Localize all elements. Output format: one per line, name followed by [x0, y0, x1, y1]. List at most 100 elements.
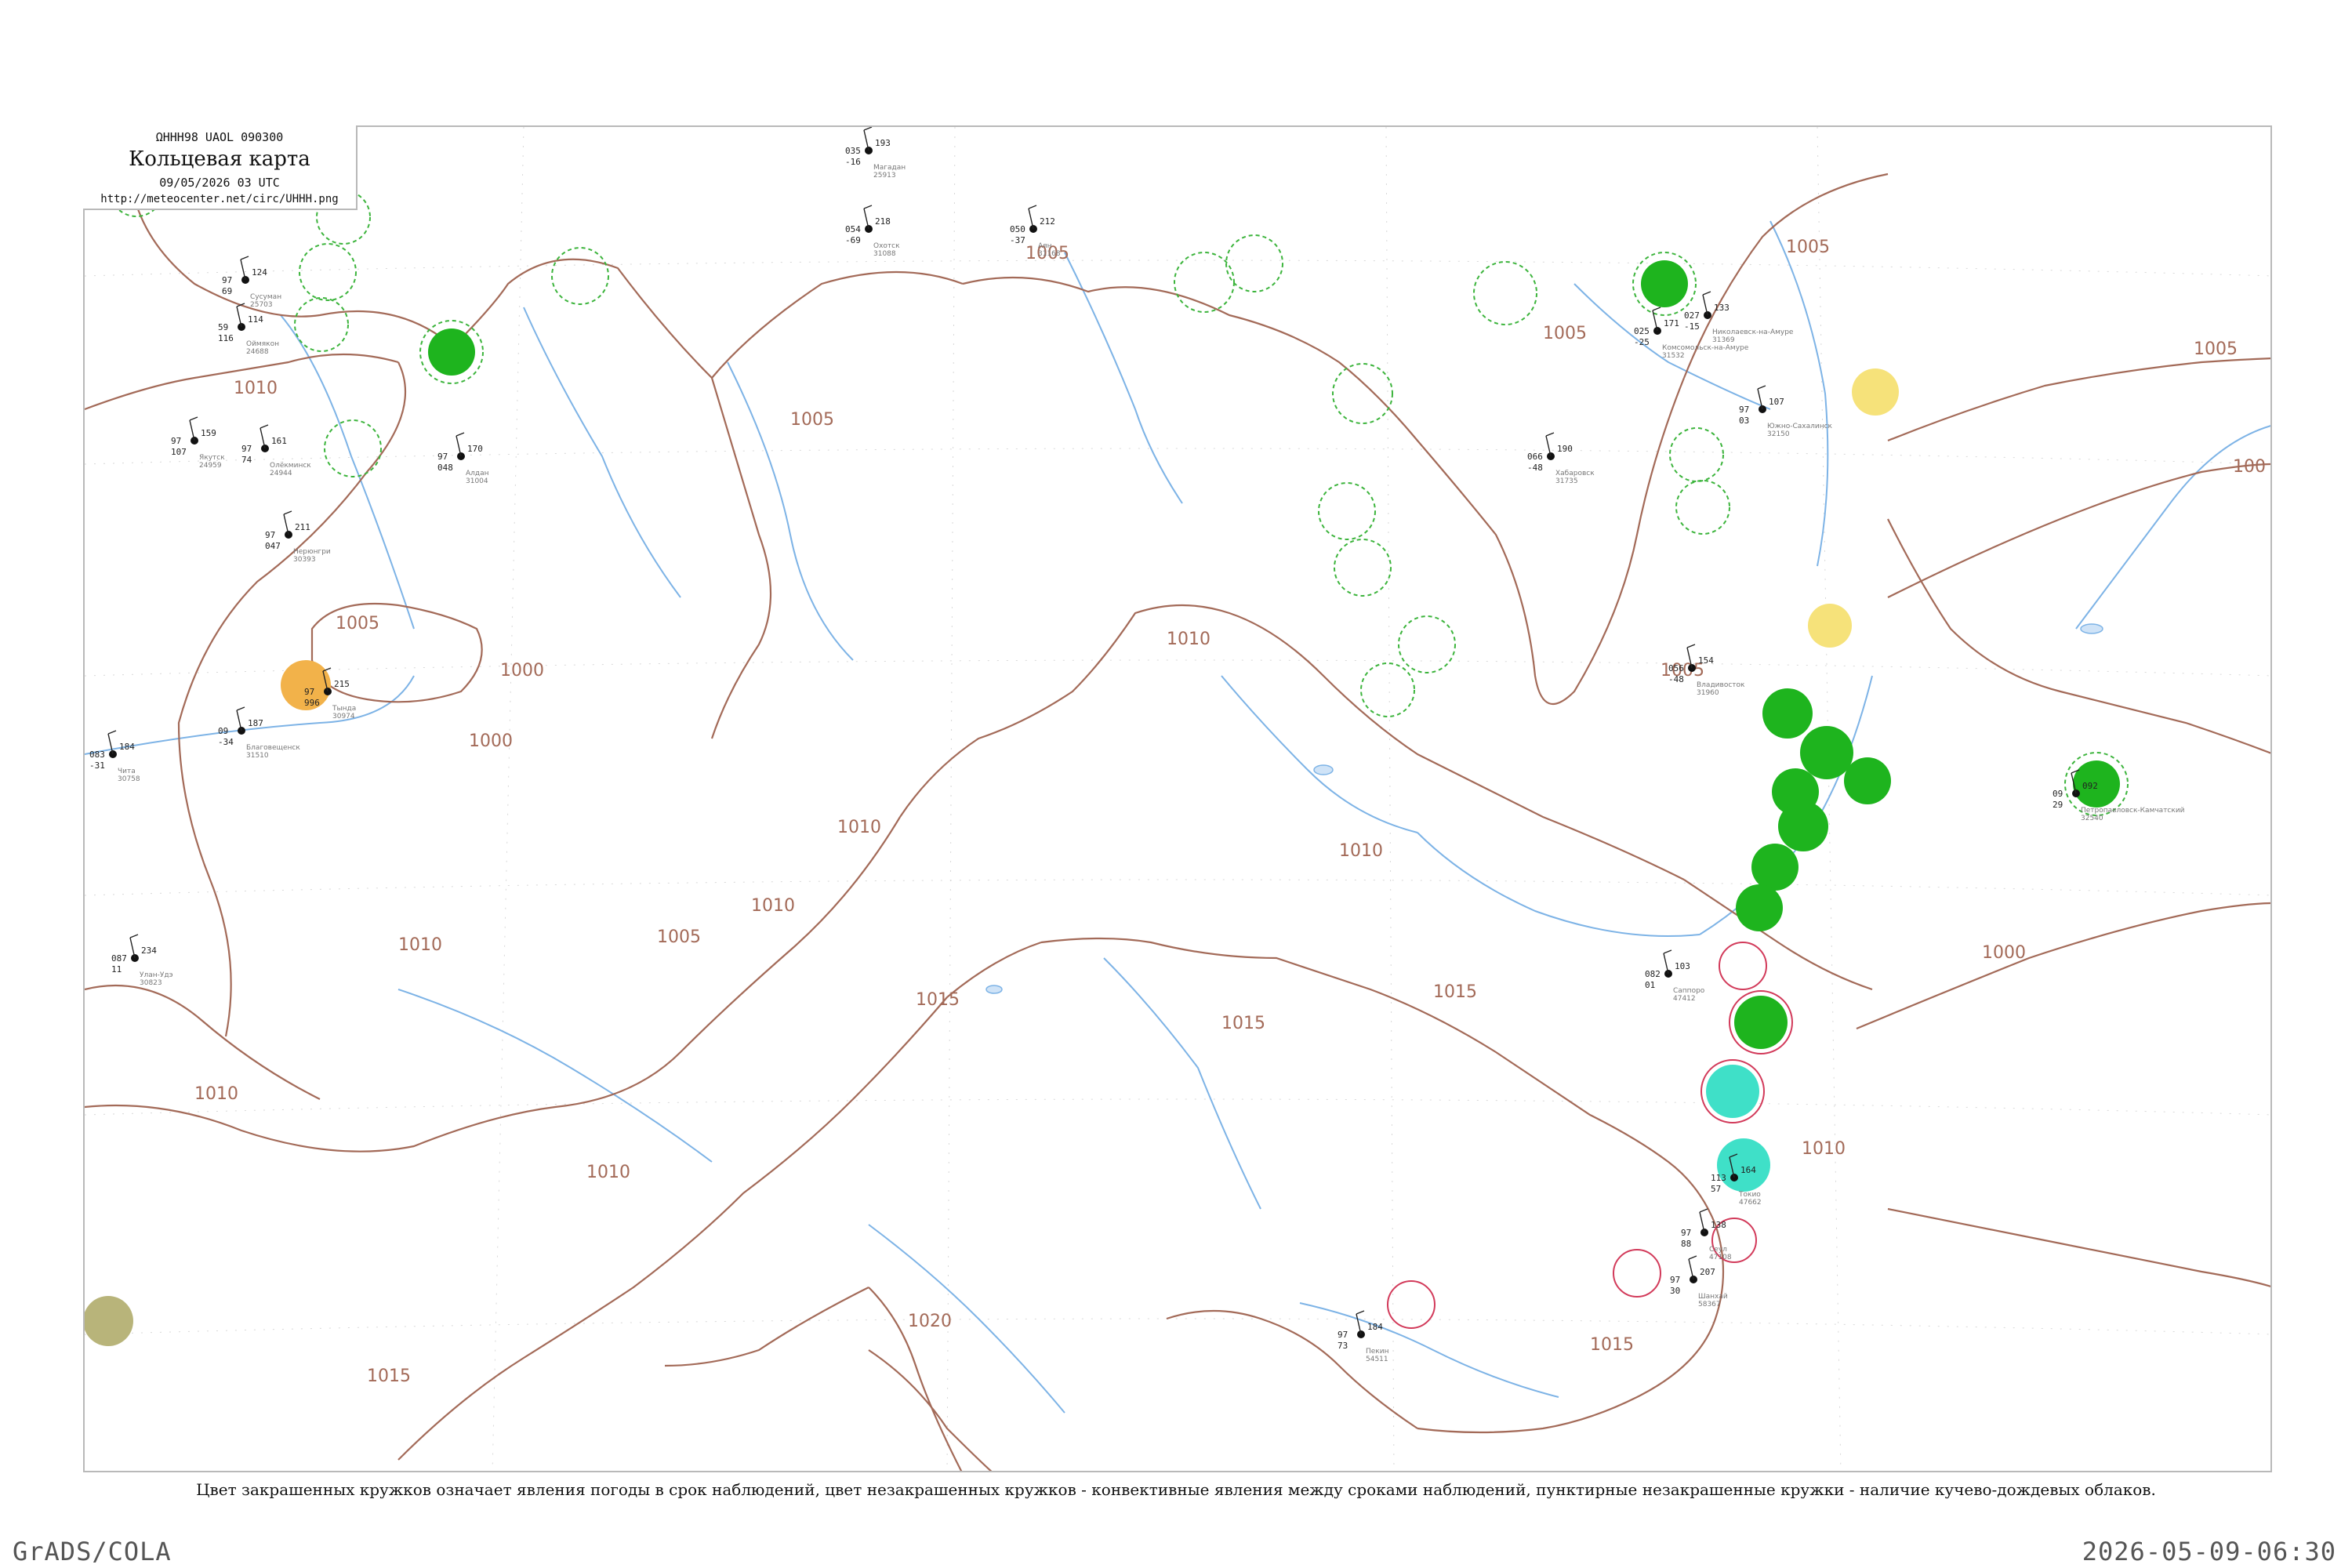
- wind-barb-feather: [1663, 949, 1672, 954]
- station-name: Шанхай: [1698, 1293, 1728, 1301]
- isobar-label: 1015: [916, 990, 960, 1010]
- station-plot[interactable]: 207 9730 Шанхай58367: [1670, 1255, 1728, 1308]
- station-name: Нерюнгри: [293, 548, 331, 556]
- station-plot[interactable]: 154 056-48 Владивосток31960: [1668, 644, 1745, 697]
- rain-circle: [1778, 801, 1828, 851]
- isobar-label: 1010: [1167, 630, 1210, 649]
- station-pressure: 164: [1740, 1165, 1756, 1175]
- cb-ring: [324, 419, 382, 477]
- station-plot[interactable]: 187 09-34 Благовещенск31510: [218, 706, 300, 760]
- station-dewpoint: 73: [1338, 1341, 1348, 1351]
- station-plot[interactable]: 114 59116 Оймякон24688: [218, 303, 279, 356]
- rain-circle: [1800, 726, 1853, 779]
- station-pressure: 107: [1769, 397, 1784, 407]
- cb-ring: [1334, 539, 1392, 597]
- station-temperature: 056: [1668, 663, 1684, 673]
- cb-ring: [1225, 234, 1283, 292]
- isobar-label: 1010: [1339, 841, 1383, 861]
- wind-barb-feather: [129, 934, 139, 938]
- station-dewpoint: -34: [218, 737, 234, 747]
- station-dewpoint: 047: [265, 541, 281, 551]
- station-temperature: 97: [1670, 1275, 1680, 1285]
- station-temperature: 035: [845, 146, 861, 156]
- station-temperature: 97: [1739, 405, 1749, 415]
- station-name: Петропавловск-Камчатский: [2081, 807, 2185, 815]
- station-pressure: 211: [295, 522, 310, 532]
- station-pressure: 124: [252, 267, 267, 278]
- station-dewpoint: 74: [241, 455, 252, 465]
- wind-barb-feather: [283, 510, 292, 515]
- station-temperature: 066: [1527, 452, 1543, 462]
- station-pressure: 114: [248, 314, 263, 325]
- station-dewpoint: 03: [1739, 416, 1749, 426]
- station-name: Аян: [1038, 242, 1052, 250]
- station-plot[interactable]: 193 035-16 Магадан25913: [845, 127, 906, 180]
- station-name: Владивосток: [1697, 681, 1745, 689]
- station-name: Улан-Удэ: [140, 971, 173, 979]
- station-plot[interactable]: 138 9788 Сеул47108: [1681, 1208, 1732, 1261]
- wind-barb-feather: [240, 256, 249, 260]
- station-plot[interactable]: 211 97047 Нерюнгри30393: [265, 510, 331, 564]
- rain-circle: [1641, 260, 1688, 307]
- rain-circle: [1751, 844, 1798, 891]
- isobar-label: 1005: [2194, 339, 2238, 359]
- legend-caption: Цвет закрашенных кружков означает явлени…: [196, 1480, 2156, 1499]
- wind-barb-feather: [260, 424, 269, 429]
- observation-time: 09/05/2026 03 UTC: [159, 176, 280, 190]
- station-plot[interactable]: 170 97048 Алдан31004: [437, 432, 489, 485]
- station-plot[interactable]: 218 054-69 Охотск31088: [845, 205, 900, 258]
- station-index: 25703: [250, 301, 273, 309]
- station-plot[interactable]: 103 08201 Саппоро47412: [1645, 949, 1705, 1003]
- station-index: 30758: [118, 775, 140, 783]
- station-temperature: 97: [1338, 1330, 1348, 1340]
- station-plot[interactable]: 184 083-31 Чита30758: [89, 730, 140, 783]
- map-header: ΩHHH98 UAOL 090300 Кольцевая карта 09/05…: [83, 125, 358, 210]
- station-plot[interactable]: 190 066-48 Хабаровск31735: [1527, 432, 1595, 485]
- station-temperature: 027: [1684, 310, 1700, 321]
- rain-circle: [1734, 996, 1788, 1049]
- bulletin-code: ΩHHH98 UAOL 090300: [155, 130, 284, 144]
- wind-barb-feather: [1545, 432, 1555, 437]
- station-temperature: 97: [241, 444, 252, 454]
- station-plot[interactable]: 107 9703 Южно-Сахалинск32150: [1739, 385, 1833, 438]
- station-index: 25913: [873, 172, 896, 180]
- station-plot[interactable]: 133 027-15 Николаевск-на-Амуре31369: [1684, 291, 1794, 344]
- station-dewpoint: -25: [1634, 337, 1650, 347]
- station-name: Алдан: [466, 470, 489, 477]
- station-index: 32540: [2081, 815, 2103, 822]
- station-dewpoint: 11: [111, 964, 122, 975]
- isobar-label: 100: [2233, 457, 2266, 477]
- thunder-ring: [1613, 1249, 1661, 1298]
- rain-circle: [428, 328, 475, 376]
- cb-ring: [1669, 427, 1724, 482]
- station-name: Николаевск-на-Амуре: [1712, 328, 1794, 336]
- station-pressure: 103: [1675, 961, 1690, 971]
- station-temperature: 97: [1681, 1228, 1691, 1238]
- station-name: Токио: [1738, 1191, 1761, 1199]
- station-temperature: 087: [111, 953, 127, 964]
- station-dewpoint: 69: [222, 286, 232, 296]
- isobar-label: 1005: [790, 410, 834, 430]
- station-index: 30823: [140, 979, 162, 987]
- isobar-label: 1010: [194, 1084, 238, 1104]
- station-plot[interactable]: 234 08711 Улан-Удэ30823: [111, 934, 173, 987]
- wind-barb-feather: [107, 730, 117, 735]
- station-temperature: 025: [1634, 326, 1650, 336]
- wind-barb-feather: [1702, 291, 1711, 296]
- isobar-label: 1010: [398, 935, 442, 955]
- station-plot[interactable]: 184 9773 Пекин54511: [1338, 1310, 1389, 1363]
- station-plot[interactable]: 161 9774 Олёкминск24944: [241, 424, 311, 477]
- station-index: 58367: [1698, 1301, 1721, 1308]
- station-temperature: 59: [218, 322, 228, 332]
- cb-ring: [1398, 615, 1456, 673]
- station-pressure: 193: [875, 138, 891, 148]
- station-pressure: 138: [1711, 1220, 1726, 1230]
- rain-circle: [1762, 688, 1813, 739]
- station-index: 24688: [246, 348, 269, 356]
- dust-circle: [85, 1296, 133, 1346]
- station-temperature: 054: [845, 224, 861, 234]
- station-name: Благовещенск: [246, 744, 300, 752]
- station-pressure: 133: [1714, 303, 1730, 313]
- station-pressure: 184: [119, 742, 135, 752]
- station-temperature: 97: [304, 687, 314, 697]
